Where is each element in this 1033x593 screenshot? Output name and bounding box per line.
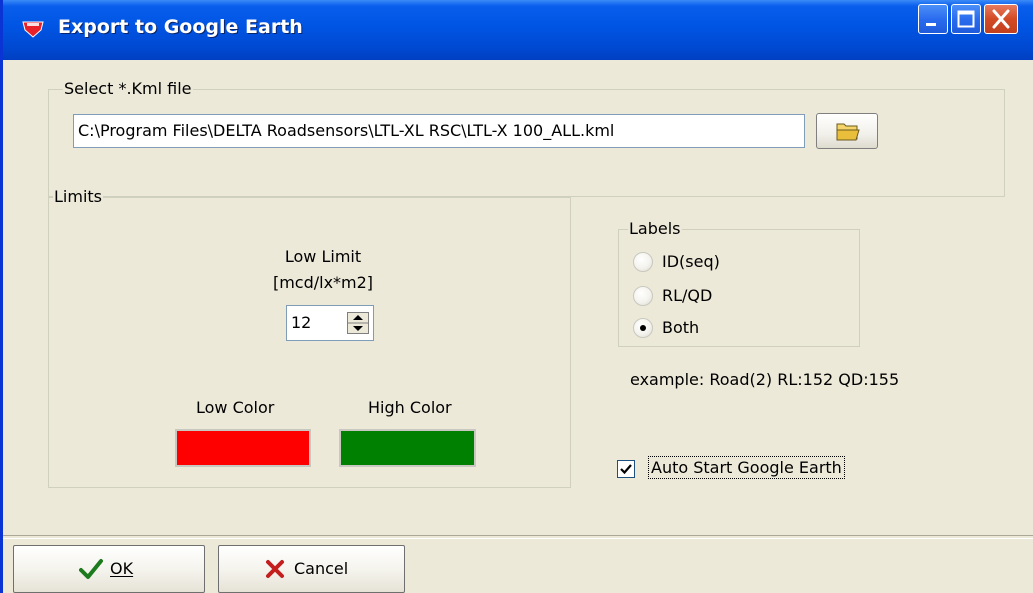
radio-button[interactable] (633, 252, 653, 272)
low-limit-spinner[interactable]: 12 (286, 305, 374, 341)
low-color-swatch[interactable] (175, 429, 311, 467)
close-button[interactable] (984, 4, 1018, 34)
checkmark-icon (620, 464, 632, 475)
radio-button[interactable] (633, 318, 653, 338)
minimize-icon (926, 23, 936, 26)
close-icon (992, 9, 1010, 29)
high-color-swatch[interactable] (339, 429, 476, 467)
cancel-button[interactable]: Cancel (218, 545, 405, 593)
app-logo-icon (22, 21, 44, 38)
export-dialog: Export to Google Earth Select *.Kml file… (0, 0, 1033, 593)
radio-label: RL/QD (662, 286, 713, 305)
kml-path-field[interactable]: C:\Program Files\DELTA Roadsensors\LTL-X… (73, 114, 805, 148)
button-bar-divider (3, 535, 1033, 539)
low-limit-label: Low Limit [mcd/lx*m2] (272, 247, 374, 292)
radio-label: Both (662, 318, 700, 337)
low-color-label: Low Color (196, 398, 275, 417)
radio-button[interactable] (633, 286, 653, 306)
auto-start-checkbox[interactable] (617, 460, 635, 478)
cross-icon (266, 560, 284, 578)
browse-button[interactable] (816, 113, 878, 149)
kml-file-group-title: Select *.Kml file (63, 79, 193, 98)
maximize-icon (957, 10, 975, 28)
cancel-button-label: Cancel (294, 559, 349, 578)
spin-arrows-icon[interactable] (347, 312, 369, 334)
folder-icon (836, 123, 860, 141)
limits-group-title: Limits (53, 187, 103, 206)
checkmark-icon (79, 559, 103, 579)
ok-button[interactable]: OK (13, 545, 205, 593)
minimize-button[interactable] (918, 4, 948, 34)
label-example-text: example: Road(2) RL:152 QD:155 (630, 370, 900, 389)
ok-button-label: OK (110, 559, 134, 578)
high-color-label: High Color (368, 398, 452, 417)
maximize-button[interactable] (951, 4, 981, 34)
labels-group-title: Labels (628, 219, 682, 238)
title-bar[interactable]: Export to Google Earth (3, 0, 1033, 60)
labels-group: Labels (618, 219, 860, 347)
auto-start-label[interactable]: Auto Start Google Earth (648, 456, 845, 479)
low-limit-value[interactable]: 12 (291, 313, 311, 332)
radio-label: ID(seq) (662, 252, 720, 271)
window-title: Export to Google Earth (58, 16, 303, 38)
